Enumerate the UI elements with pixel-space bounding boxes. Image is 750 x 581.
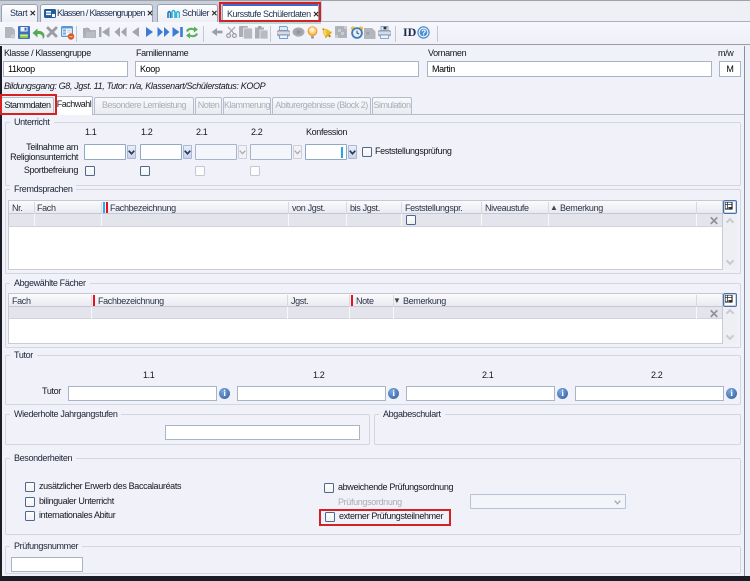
svg-text:?: ? (421, 28, 426, 37)
